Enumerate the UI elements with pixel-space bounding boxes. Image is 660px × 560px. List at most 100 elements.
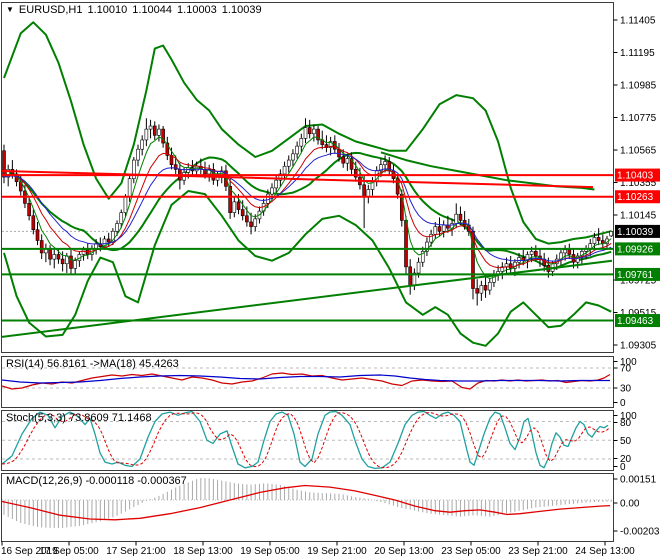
candle-body <box>144 128 149 141</box>
candle-body <box>119 212 124 224</box>
candle-body <box>69 255 73 269</box>
candle-body <box>266 193 270 204</box>
candle-body <box>232 201 237 213</box>
price-axis-label: 1.11405 <box>620 16 656 27</box>
candle-body <box>52 254 57 260</box>
candle-body <box>27 203 31 217</box>
macd-axis-label: 0.00 <box>620 499 640 510</box>
candle-body <box>362 184 366 198</box>
time-axis-label: 18 Sep 13:00 <box>173 546 233 557</box>
candle-body <box>282 165 287 175</box>
candle-body <box>596 237 601 241</box>
candle-body <box>341 156 345 164</box>
candle-body <box>152 125 157 136</box>
stoch-indicator-label: Stoch(5,3,3) 73.8609 71.1468 <box>6 412 152 424</box>
symbol-timeframe-label: EURUSD,H1 <box>18 4 83 16</box>
quote-close: 1.10039 <box>221 4 262 16</box>
time-axis-label: 17 Sep 05:00 <box>39 546 99 557</box>
candle-body <box>106 238 111 243</box>
candle-body <box>563 249 567 254</box>
price-badge-label: 1.09926 <box>617 244 654 255</box>
time-axis-label: 23 Sep 05:00 <box>441 546 501 557</box>
candle-body <box>383 161 387 166</box>
macd-axis-label: 0.00151 <box>620 475 657 486</box>
quote-high: 1.10044 <box>132 4 173 16</box>
candle-body <box>245 215 249 223</box>
candle-body <box>48 247 52 260</box>
candle-body <box>508 263 513 269</box>
price-axis-label: 1.10775 <box>620 113 657 124</box>
chart-title-bar: ▼ EURUSD,H1 1.10010 1.10044 1.10003 1.10… <box>6 4 262 16</box>
candle-body <box>454 213 459 224</box>
price-axis-label: 1.10985 <box>620 80 657 91</box>
candle-body <box>291 153 295 161</box>
price-badge-label: 1.10039 <box>617 227 654 238</box>
candle-body <box>609 231 613 237</box>
price-axis-label: 1.10565 <box>620 145 657 156</box>
candle-body <box>2 150 6 178</box>
rsi-indicator-label: RSI(14) 56.8161 ->MA(18) 45.4263 <box>6 358 179 370</box>
candle-body <box>123 196 128 213</box>
stoch-axis-label: 50 <box>620 436 632 447</box>
candle-body <box>404 220 408 268</box>
candle-body <box>39 240 44 254</box>
time-axis-label: 20 Sep 13:00 <box>374 546 434 557</box>
time-axis-label: 24 Sep 13:00 <box>575 546 635 557</box>
candle-body <box>157 128 161 136</box>
time-axis-label: 19 Sep 21:00 <box>307 546 367 557</box>
candle-body <box>479 285 484 294</box>
chart-dropdown-icon[interactable]: ▼ <box>6 6 14 14</box>
price-badge-label: 1.09463 <box>617 316 654 327</box>
candle-body <box>186 167 191 173</box>
candle-body <box>236 201 241 210</box>
candle-body <box>433 226 438 235</box>
candle-body <box>136 148 140 161</box>
candle-body <box>475 288 479 294</box>
candle <box>609 230 613 237</box>
candle-body <box>31 215 36 230</box>
candle-body <box>81 249 86 255</box>
candle-body <box>240 209 245 217</box>
candle-body <box>140 139 144 150</box>
candle-body <box>487 282 492 291</box>
macd-indicator-label: MACD(12,26,9) -0.000118 -0.000367 <box>6 475 187 487</box>
candle-body <box>307 127 312 135</box>
candle-body <box>35 229 40 241</box>
candle-body <box>345 158 350 164</box>
candle-body <box>56 254 61 260</box>
candle-body <box>312 128 316 135</box>
price-axis-label: 1.10145 <box>620 210 657 221</box>
candle-body <box>115 223 119 232</box>
quote-low: 1.10003 <box>177 4 217 16</box>
candle-body <box>588 243 593 249</box>
rsi-axis-label: 30 <box>620 384 632 395</box>
time-axis-label: 23 Sep 21:00 <box>508 546 568 557</box>
candle-body <box>483 285 488 291</box>
candle-body <box>274 179 278 189</box>
time-axis-label: 17 Sep 21:00 <box>106 546 166 557</box>
candle-body <box>567 249 572 255</box>
candle-body <box>441 224 446 232</box>
candle-body <box>249 221 253 227</box>
price-badge-label: 1.10403 <box>617 171 654 182</box>
candle-body <box>517 257 521 263</box>
candle-body <box>286 159 291 167</box>
candle-body <box>270 187 274 195</box>
candle-body <box>253 218 258 227</box>
price-badge-label: 1.09761 <box>617 270 654 281</box>
candle-body <box>458 213 463 221</box>
candle-body <box>303 127 308 139</box>
candle-body <box>416 261 421 274</box>
candle-body <box>437 226 442 232</box>
candle-body <box>592 237 597 244</box>
trading-chart-window: 1.11405 1.11195 1.10985 1.10775 1.10565 1.103… <box>0 0 660 560</box>
candle-body <box>295 145 299 155</box>
candle-body <box>148 125 153 130</box>
stoch-axis-label: 0 <box>620 462 626 473</box>
quote-open: 1.10010 <box>87 4 128 16</box>
candle-body <box>529 251 534 255</box>
candle-body <box>60 258 65 265</box>
price-axis-label: 1.09305 <box>620 340 657 351</box>
candle-body <box>127 178 132 198</box>
candle-body <box>534 251 538 257</box>
